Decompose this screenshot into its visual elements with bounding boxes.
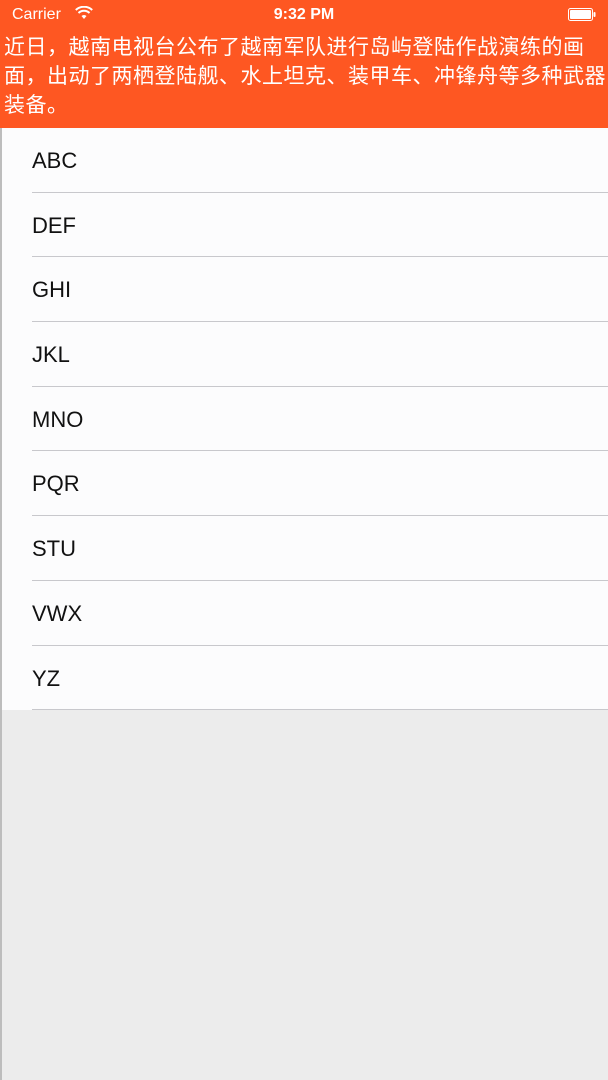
letter-list: ABC DEF GHI JKL MNO PQR STU VWX YZ	[0, 128, 608, 711]
list-item[interactable]: GHI	[0, 257, 608, 323]
battery-icon	[568, 8, 596, 21]
list-item-label: JKL	[32, 342, 70, 368]
list-item[interactable]: YZ	[0, 646, 608, 711]
list-item-label: MNO	[32, 406, 84, 432]
list-item[interactable]: MNO	[0, 387, 608, 452]
list-item-label: PQR	[32, 471, 80, 497]
list-item-label: DEF	[32, 212, 76, 238]
list-item-label: YZ	[32, 665, 61, 691]
list-item-label: VWX	[32, 600, 83, 626]
list-item-label: GHI	[32, 277, 72, 303]
row-divider	[32, 709, 608, 711]
status-bar: Carrier 9:32 PM	[0, 0, 608, 32]
status-time: 9:32 PM	[273, 6, 335, 23]
list-item-label: STU	[32, 536, 76, 562]
headline-text: 近日，越南电视台公布了越南军队进行岛屿登陆作战演练的画面，出动了两栖登陆舰、水上…	[4, 35, 606, 117]
list-item[interactable]: VWX	[0, 581, 608, 646]
list-item[interactable]: PQR	[0, 451, 608, 517]
list-item[interactable]: STU	[0, 516, 608, 581]
list-item[interactable]: JKL	[0, 322, 608, 387]
list-item-label: ABC	[32, 148, 78, 173]
list-item[interactable]: DEF	[0, 193, 608, 258]
list-item[interactable]: ABC	[0, 128, 608, 193]
header-banner: Carrier 9:32 PM 近日，越南电视台公布了越南军队进行岛屿登陆作战演…	[0, 0, 608, 128]
left-edge-divider	[0, 128, 2, 1080]
